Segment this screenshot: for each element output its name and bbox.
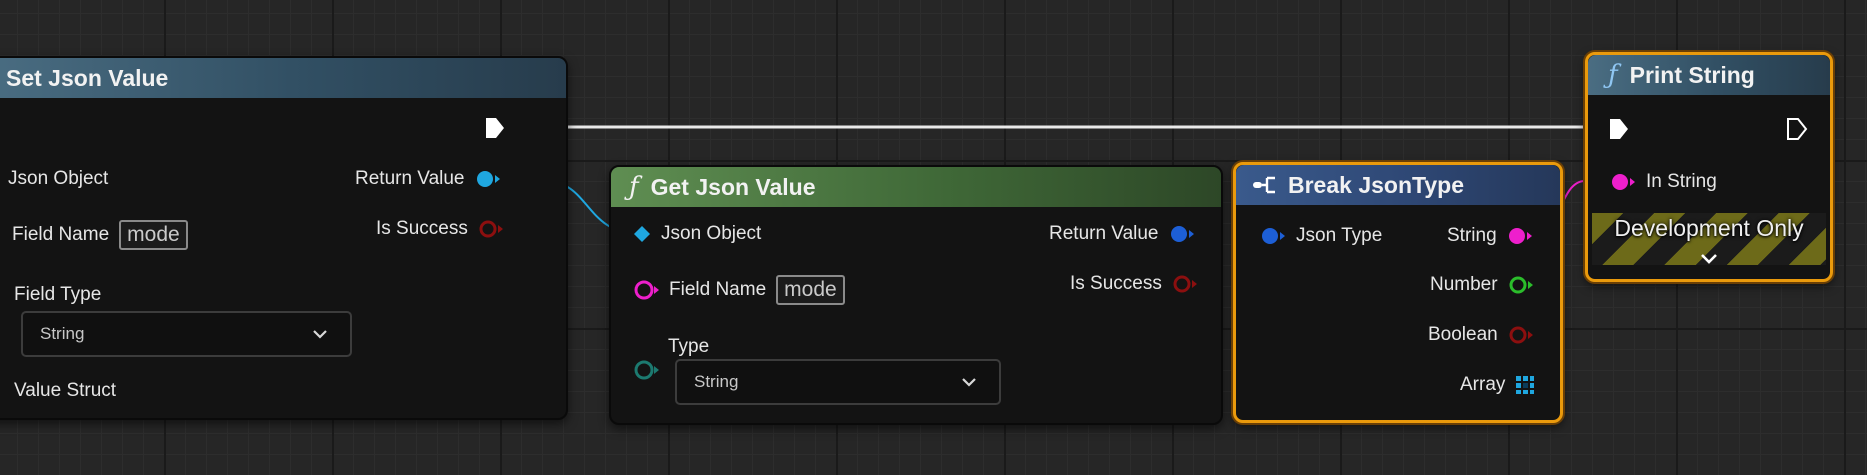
chevron-down-icon xyxy=(961,377,977,387)
number-pin[interactable] xyxy=(1508,275,1534,295)
json-object-pin[interactable] xyxy=(633,225,651,243)
value-struct-label: Value Struct xyxy=(14,380,117,401)
is-success-pin-row[interactable]: Is Success xyxy=(1070,273,1198,295)
node-header[interactable]: ƒ Get Json Value xyxy=(611,167,1221,207)
node-title: Get Json Value xyxy=(650,173,816,200)
json-type-pin[interactable] xyxy=(1260,226,1286,246)
json-object-pin-row[interactable]: Json Object xyxy=(633,223,761,245)
node-title: Print String xyxy=(1629,61,1755,88)
json-type-label: Json Type xyxy=(1296,225,1383,246)
field-type-label: Field Type xyxy=(14,284,102,305)
return-value-pin-row[interactable]: Return Value xyxy=(355,168,501,190)
in-string-label: In String xyxy=(1646,171,1717,192)
return-value-pin[interactable] xyxy=(475,169,501,189)
exec-out-pin[interactable] xyxy=(484,116,506,140)
is-success-pin[interactable] xyxy=(1172,274,1198,294)
boolean-label: Boolean xyxy=(1428,324,1498,345)
field-name-input[interactable]: mode xyxy=(119,220,188,250)
field-name-pin-row[interactable]: Field Name mode xyxy=(12,220,188,250)
json-object-pin-row[interactable]: Json Object xyxy=(8,168,108,190)
array-pin-row[interactable]: Array xyxy=(1460,374,1535,396)
break-struct-icon xyxy=(1252,174,1278,196)
is-success-pin-row[interactable]: Is Success xyxy=(376,218,504,240)
field-name-label: Field Name xyxy=(12,224,110,245)
value-struct-pin-row[interactable]: Value Struct xyxy=(14,380,116,402)
function-icon: ƒ xyxy=(1608,60,1618,90)
boolean-pin-row[interactable]: Boolean xyxy=(1428,324,1534,346)
exec-out-pin[interactable] xyxy=(1786,117,1808,141)
chevron-down-icon xyxy=(312,329,328,339)
string-pin[interactable] xyxy=(1507,226,1533,246)
in-string-pin-row[interactable]: In String xyxy=(1610,171,1717,193)
node-header[interactable]: ƒ Print String xyxy=(1588,55,1830,95)
is-success-pin[interactable] xyxy=(478,219,504,239)
chevron-down-icon[interactable] xyxy=(1700,253,1718,265)
node-title: Set Json Value xyxy=(6,64,169,91)
array-label: Array xyxy=(1460,374,1506,395)
function-icon: ƒ xyxy=(629,172,639,202)
boolean-pin[interactable] xyxy=(1508,325,1534,345)
type-label: Type xyxy=(668,336,710,357)
return-value-pin-row[interactable]: Return Value xyxy=(1049,223,1195,245)
break-json-type-node[interactable]: Break JsonType Json Type String Number B… xyxy=(1233,162,1563,423)
json-type-pin-row[interactable]: Json Type xyxy=(1260,225,1382,247)
field-name-pin-row[interactable]: Field Name mode xyxy=(633,275,845,305)
type-value: String xyxy=(694,372,739,391)
node-title: Break JsonType xyxy=(1288,171,1464,198)
return-value-label: Return Value xyxy=(355,168,465,189)
node-header[interactable]: Set Json Value xyxy=(0,58,566,98)
json-object-label: Json Object xyxy=(8,168,109,189)
field-type-dropdown[interactable]: String xyxy=(21,311,352,357)
array-grid-icon[interactable] xyxy=(1515,375,1535,395)
string-pin-row[interactable]: String xyxy=(1447,225,1533,247)
json-object-label: Json Object xyxy=(661,223,762,244)
field-name-label: Field Name xyxy=(669,279,767,300)
is-success-label: Is Success xyxy=(1070,273,1162,294)
is-success-label: Is Success xyxy=(376,218,468,239)
string-label: String xyxy=(1447,225,1497,246)
return-value-pin[interactable] xyxy=(1169,224,1195,244)
type-dropdown[interactable]: String xyxy=(675,359,1001,405)
node-header[interactable]: Break JsonType xyxy=(1236,165,1560,205)
field-name-pin[interactable] xyxy=(633,279,659,301)
set-json-value-node[interactable]: Set Json Value Json Object Return Value … xyxy=(0,56,568,420)
print-string-node[interactable]: ƒ Print String In String Development Onl… xyxy=(1585,52,1833,282)
number-pin-row[interactable]: Number xyxy=(1430,274,1534,296)
in-string-pin[interactable] xyxy=(1610,172,1636,192)
exec-in-pin[interactable] xyxy=(1608,117,1630,141)
get-json-value-node[interactable]: ƒ Get Json Value Json Object Return Valu… xyxy=(609,165,1223,425)
return-value-label: Return Value xyxy=(1049,223,1159,244)
field-name-input[interactable]: mode xyxy=(776,275,845,305)
field-type-value: String xyxy=(40,324,85,343)
type-pin[interactable] xyxy=(633,359,659,381)
number-label: Number xyxy=(1430,274,1498,295)
